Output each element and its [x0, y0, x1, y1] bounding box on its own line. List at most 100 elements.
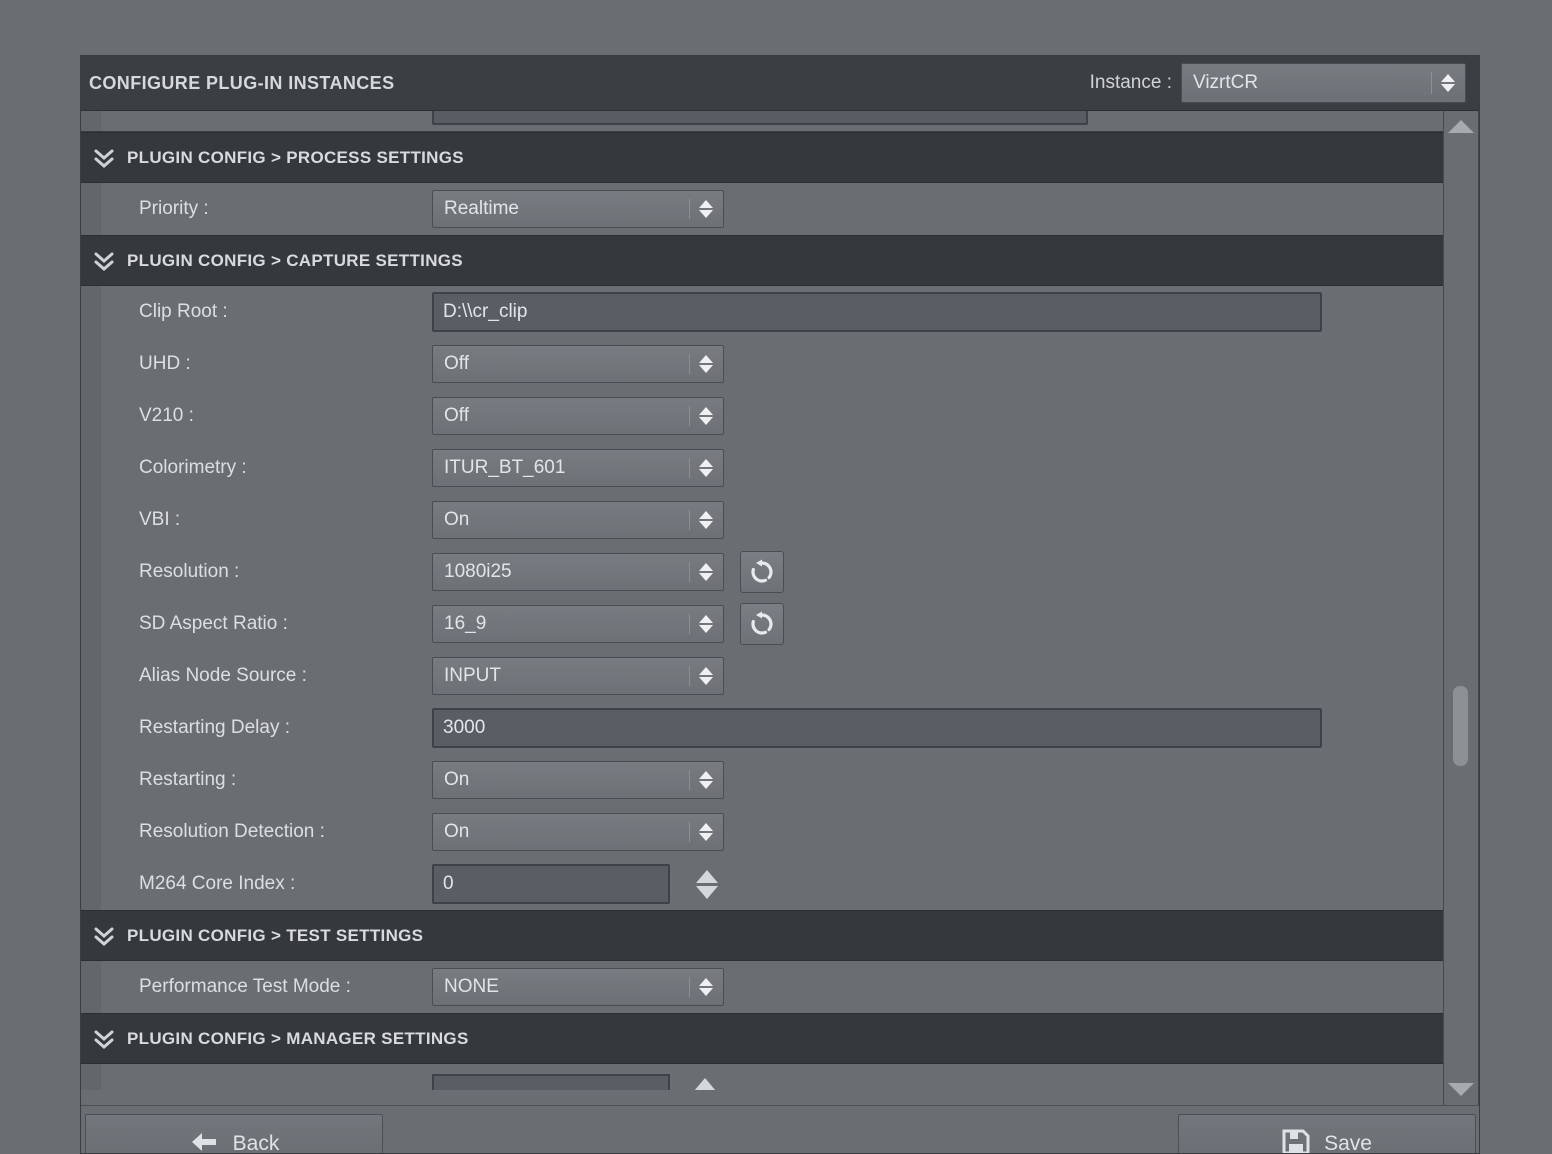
section-header-manager[interactable]: PLUGIN CONFIG > MANAGER SETTINGS: [81, 1013, 1443, 1064]
row-indent: [81, 1064, 101, 1090]
combo-arrows[interactable]: [698, 767, 714, 793]
double-chevron-down-icon[interactable]: [91, 248, 117, 274]
dropdown-v210[interactable]: Off: [432, 397, 724, 435]
dropdown-uhd[interactable]: Off: [432, 345, 724, 383]
back-button-label: Back: [233, 1132, 280, 1154]
section-title-test: PLUGIN CONFIG > TEST SETTINGS: [127, 926, 423, 946]
field-control-priority: Realtime: [432, 190, 724, 228]
field-label-colorimetry: Colorimetry :: [139, 457, 247, 479]
combo-separator: [689, 406, 690, 426]
combo-arrows[interactable]: [698, 559, 714, 585]
dropdown-resolution-detection[interactable]: On: [432, 813, 724, 851]
row-indent: [81, 183, 101, 235]
field-label-restarting-delay: Restarting Delay :: [139, 717, 290, 739]
field-label-performance-test-mode: Performance Test Mode :: [139, 976, 351, 998]
combo-arrows[interactable]: [698, 507, 714, 533]
double-chevron-down-icon[interactable]: [91, 1026, 117, 1052]
instance-dropdown[interactable]: VizrtCR: [1181, 63, 1466, 103]
row-indent: [81, 598, 101, 650]
combo-arrows[interactable]: [698, 974, 714, 1000]
triangle-up-icon[interactable]: [694, 1078, 716, 1090]
save-button-label: Save: [1324, 1132, 1372, 1154]
row-indent: [81, 754, 101, 806]
dropdown-restarting-value: On: [433, 769, 469, 791]
combo-arrows[interactable]: [698, 663, 714, 689]
triangle-up-icon: [699, 459, 713, 467]
field-control-m264-core-index: 0: [432, 864, 670, 904]
field-row-colorimetry: Colorimetry : ITUR_BT_601: [81, 442, 1443, 494]
scrollbar-thumb[interactable]: [1453, 686, 1468, 766]
triangle-down-icon: [699, 781, 713, 789]
triangle-down-icon: [699, 210, 713, 218]
triangle-up-icon: [699, 407, 713, 415]
field-label-resolution-detection: Resolution Detection :: [139, 821, 325, 843]
row-indent: [81, 858, 101, 910]
input-clip-root[interactable]: D:\\cr_clip: [432, 292, 1322, 332]
dropdown-colorimetry-value: ITUR_BT_601: [433, 457, 565, 479]
triangle-up-icon: [699, 667, 713, 675]
clipped-input-bottom[interactable]: [432, 1074, 670, 1090]
row-indent: [81, 442, 101, 494]
dropdown-colorimetry[interactable]: ITUR_BT_601: [432, 449, 724, 487]
combo-arrows[interactable]: [698, 351, 714, 377]
dropdown-vbi[interactable]: On: [432, 501, 724, 539]
triangle-up-icon[interactable]: [696, 870, 718, 883]
dialog-body: PLUGIN CONFIG > PROCESS SETTINGSPriority…: [81, 111, 1479, 1105]
combo-separator: [689, 977, 690, 997]
input-clip-root-value: D:\\cr_clip: [434, 301, 527, 323]
field-row-clip-root: Clip Root :D:\\cr_clip: [81, 286, 1443, 338]
combo-arrows[interactable]: [698, 819, 714, 845]
field-label-alias-node-source: Alias Node Source :: [139, 665, 307, 687]
dropdown-alias-node-source[interactable]: INPUT: [432, 657, 724, 695]
refresh-button-resolution[interactable]: [740, 551, 784, 593]
combo-arrows[interactable]: [698, 611, 714, 637]
combo-separator: [689, 562, 690, 582]
triangle-down-icon[interactable]: [696, 886, 718, 899]
combo-separator: [689, 666, 690, 686]
section-header-capture[interactable]: PLUGIN CONFIG > CAPTURE SETTINGS: [81, 235, 1443, 286]
refresh-button-sd-aspect-ratio[interactable]: [740, 603, 784, 645]
combo-separator: [689, 458, 690, 478]
combo-separator: [689, 770, 690, 790]
row-indent: [81, 650, 101, 702]
field-label-m264-core-index: M264 Core Index :: [139, 873, 295, 895]
save-button[interactable]: Save: [1178, 1114, 1476, 1154]
dropdown-restarting[interactable]: On: [432, 761, 724, 799]
combo-arrows[interactable]: [698, 403, 714, 429]
input-m264-core-index-value: 0: [434, 873, 454, 895]
field-control-resolution-detection: On: [432, 813, 724, 851]
input-restarting-delay[interactable]: 3000: [432, 708, 1322, 748]
field-row-vbi: VBI :On: [81, 494, 1443, 546]
combo-arrows[interactable]: [698, 196, 714, 222]
field-row-v210: V210 : Off: [81, 390, 1443, 442]
scroll-down-arrow-icon[interactable]: [1448, 1083, 1474, 1096]
dropdown-priority[interactable]: Realtime: [432, 190, 724, 228]
dropdown-resolution[interactable]: 1080i25: [432, 553, 724, 591]
field-control-colorimetry: ITUR_BT_601: [432, 449, 724, 487]
dropdown-uhd-value: Off: [433, 353, 469, 375]
spinner-m264-core-index[interactable]: [694, 863, 720, 905]
dropdown-sd-aspect-ratio[interactable]: 16_9: [432, 605, 724, 643]
vertical-scrollbar[interactable]: [1443, 111, 1479, 1105]
back-button[interactable]: Back: [85, 1114, 383, 1154]
dialog-titlebar: CONFIGURE PLUG-IN INSTANCES Instance : V…: [81, 56, 1479, 111]
field-row-priority: Priority :Realtime: [81, 183, 1443, 235]
dropdown-vbi-value: On: [433, 509, 469, 531]
section-header-process[interactable]: PLUGIN CONFIG > PROCESS SETTINGS: [81, 132, 1443, 183]
double-chevron-down-icon[interactable]: [91, 145, 117, 171]
combo-arrows[interactable]: [1440, 70, 1456, 96]
section-title-capture: PLUGIN CONFIG > CAPTURE SETTINGS: [127, 251, 463, 271]
dropdown-performance-test-mode[interactable]: NONE: [432, 968, 724, 1006]
scroll-up-arrow-icon[interactable]: [1448, 120, 1474, 133]
row-indent: [81, 961, 101, 1013]
field-label-v210: V210 :: [139, 405, 194, 427]
dropdown-resolution-value: 1080i25: [433, 561, 512, 583]
clipped-input-top[interactable]: [432, 111, 1088, 125]
section-header-test[interactable]: PLUGIN CONFIG > TEST SETTINGS: [81, 910, 1443, 961]
triangle-down-icon: [1441, 84, 1455, 92]
input-m264-core-index[interactable]: 0: [432, 864, 670, 904]
combo-arrows[interactable]: [698, 455, 714, 481]
field-row-m264-core-index: M264 Core Index : 0: [81, 858, 1443, 910]
double-chevron-down-icon[interactable]: [91, 923, 117, 949]
field-label-restarting: Restarting :: [139, 769, 236, 791]
